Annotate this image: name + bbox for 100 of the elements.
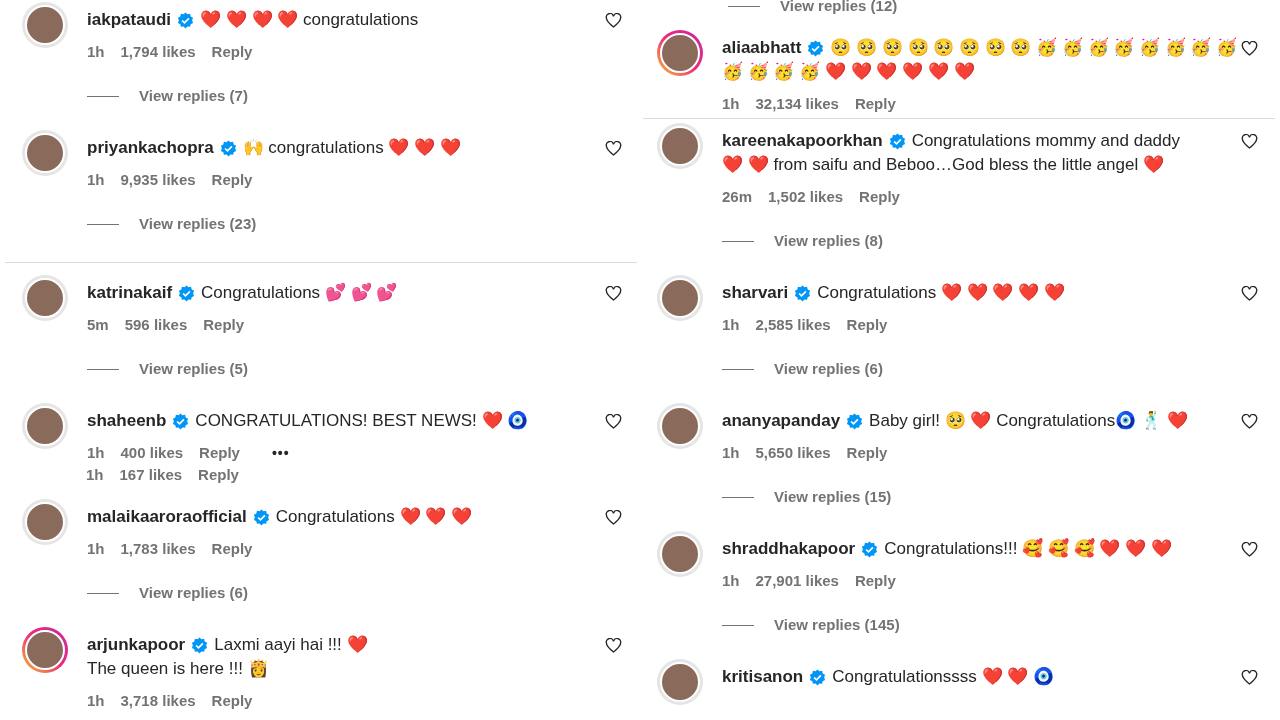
avatar[interactable] [657, 531, 703, 577]
reply-link[interactable]: Reply [854, 569, 896, 593]
view-replies-link[interactable]: View replies (8) [774, 229, 883, 253]
verified-badge-icon [219, 139, 237, 157]
like-heart-icon[interactable] [605, 510, 622, 525]
avatar[interactable] [657, 403, 703, 449]
comment-text: CONGRATULATIONS! BEST NEWS! ❤ 🧿 [195, 410, 529, 433]
reply-link[interactable]: Reply [211, 689, 253, 713]
username[interactable]: shraddhakapoor [722, 536, 856, 562]
likes-count[interactable]: 1,794 likes [120, 40, 196, 64]
likes-count[interactable]: 5,650 likes [755, 441, 831, 465]
comment-time: 1h [722, 93, 740, 114]
like-heart-icon[interactable] [605, 141, 622, 156]
view-replies-link[interactable]: View replies (6) [139, 581, 248, 605]
likes-count[interactable]: 9,935 likes [120, 168, 196, 192]
comment-time: 5m [87, 314, 109, 335]
comment-time: 1h [86, 464, 104, 485]
comment-time: 1h [722, 314, 740, 335]
likes-count[interactable]: 596 likes [124, 313, 188, 337]
like-heart-icon[interactable] [1241, 414, 1258, 429]
reply-link[interactable]: Reply [859, 185, 900, 209]
view-replies-link[interactable]: View replies (23) [139, 212, 257, 236]
verified-badge-icon [252, 508, 270, 526]
reply-link[interactable]: Reply [199, 441, 240, 465]
avatar[interactable] [22, 403, 68, 449]
comment-time: 1h [87, 442, 105, 463]
comment-time: 1h [722, 570, 740, 591]
verified-badge-icon [807, 39, 825, 57]
reply-link[interactable]: Reply [211, 40, 253, 64]
comment-text: Baby girl! 🥺 ❤ Congratulations🧿 🕺 ❤ [869, 409, 1188, 433]
reply-link[interactable]: Reply [854, 92, 896, 116]
username[interactable]: katrinakaif [87, 280, 173, 306]
avatar[interactable] [22, 627, 68, 673]
comment-text: 🥺 🥺 🥺 🥺 🥺 🥺 🥺 🥺 🥳 🥳 🥳 🥳 🥳 🥳 🥳 🥳 [830, 36, 1238, 60]
comment-text: Laxmi aayi hai !!! ❤ [214, 634, 368, 657]
comment-text: 🙌 congratulations ❤ ❤ ❤ [242, 137, 461, 160]
comment-time: 1h [87, 538, 105, 559]
reply-link[interactable]: Reply [846, 313, 888, 337]
username[interactable]: malaikaaroraofficial [87, 504, 247, 530]
avatar[interactable] [657, 275, 703, 321]
verified-badge-icon [172, 412, 190, 430]
comment-text: Congratulations ❤ ❤ ❤ [275, 506, 472, 529]
likes-count[interactable]: 32,134 likes [755, 92, 839, 116]
comment-text: Congratulationssss ❤ ❤ 🧿 [832, 666, 1054, 689]
comment-text: ❤ ❤ from saifu and Beboo…God bless the little angel ❤ [722, 154, 1164, 177]
avatar[interactable] [657, 659, 703, 705]
comment-time: 1h [87, 690, 105, 711]
likes-count[interactable]: 400 likes [120, 441, 184, 465]
comment-text: The queen is here !!! 👸 [87, 658, 269, 681]
username[interactable]: sharvari [722, 280, 789, 306]
more-options-button[interactable]: ••• [271, 442, 290, 464]
verified-badge-icon [888, 132, 906, 150]
avatar[interactable] [657, 123, 703, 169]
username[interactable]: arjunkapoor [87, 632, 186, 658]
avatar[interactable] [22, 499, 68, 545]
likes-count[interactable]: 167 likes [119, 463, 183, 487]
like-heart-icon[interactable] [605, 286, 622, 301]
like-heart-icon[interactable] [1241, 286, 1258, 301]
reply-link[interactable]: Reply [211, 537, 253, 561]
view-replies-link[interactable]: View replies (6) [774, 357, 883, 381]
like-heart-icon[interactable] [605, 13, 622, 28]
avatar[interactable] [22, 130, 68, 176]
view-replies-link[interactable]: View replies (12) [780, 0, 898, 18]
verified-badge-icon [809, 668, 827, 686]
username[interactable]: priyankachopra [87, 135, 214, 161]
verified-badge-icon [861, 540, 879, 558]
like-heart-icon[interactable] [1241, 41, 1258, 56]
like-heart-icon[interactable] [1241, 542, 1258, 557]
username[interactable]: iakpataudi [87, 7, 172, 33]
like-heart-icon[interactable] [1241, 134, 1258, 149]
view-replies-link[interactable]: View replies (145) [774, 613, 900, 637]
reply-link[interactable]: Reply [198, 463, 239, 487]
comment-time: 1h [722, 442, 740, 463]
avatar[interactable] [657, 30, 703, 76]
comment-text: Congratulations mommy and daddy [911, 130, 1180, 153]
avatar[interactable] [22, 2, 68, 48]
like-heart-icon[interactable] [1241, 670, 1258, 685]
view-replies-link[interactable]: View replies (15) [774, 485, 892, 509]
likes-count[interactable]: 3,718 likes [120, 689, 196, 713]
likes-count[interactable]: 27,901 likes [755, 569, 839, 593]
likes-count[interactable]: 1,783 likes [120, 537, 196, 561]
username[interactable]: kareenakapoorkhan [722, 128, 883, 154]
username[interactable]: aliaabhatt [722, 35, 802, 61]
reply-link[interactable]: Reply [211, 168, 253, 192]
username[interactable]: ananyapanday [722, 408, 841, 434]
username[interactable]: shaheenb [87, 408, 167, 434]
username[interactable]: kritisanon [722, 664, 804, 690]
like-heart-icon[interactable] [605, 638, 622, 653]
likes-count[interactable]: 1,502 likes [768, 185, 844, 209]
likes-count[interactable]: 2,585 likes [755, 313, 831, 337]
comment-time: 1h [87, 41, 105, 62]
view-replies-link[interactable]: View replies (7) [139, 84, 248, 108]
avatar[interactable] [22, 275, 68, 321]
view-replies-link[interactable]: View replies (5) [139, 357, 248, 381]
reply-link[interactable]: Reply [846, 441, 888, 465]
comment-text: ❤ ❤ ❤ ❤ congratulations [200, 9, 419, 32]
comment-time: 1h [87, 169, 105, 190]
like-heart-icon[interactable] [605, 414, 622, 429]
reply-link[interactable]: Reply [203, 313, 245, 337]
verified-badge-icon [178, 284, 196, 302]
